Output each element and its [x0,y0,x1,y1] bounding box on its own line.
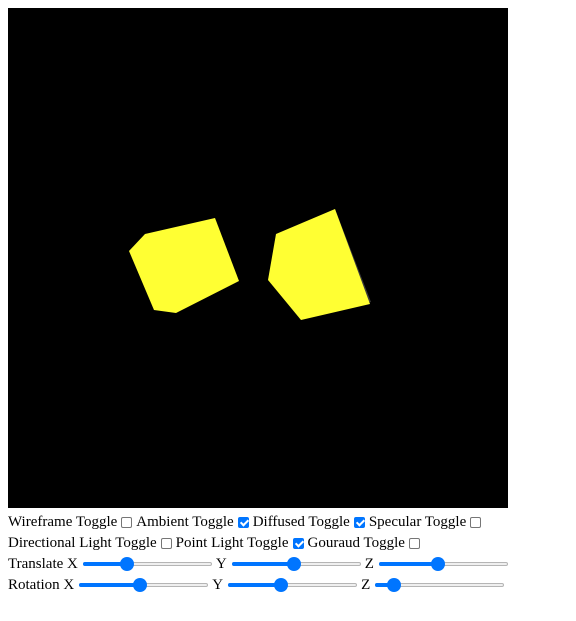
translate-y-label: Y [215,555,227,572]
rotation-x-slider[interactable] [79,577,209,593]
wireframe-toggle-label: Wireframe Toggle [8,513,118,530]
gouraud-toggle-checkbox[interactable] [408,537,420,549]
slider-thumb[interactable] [119,557,134,571]
ambient-toggle-label: Ambient Toggle [136,513,234,530]
directional-light-toggle-checkbox[interactable] [160,537,172,549]
specular-toggle-checkbox[interactable] [470,516,482,528]
rotation-x-label: Rotation X [8,576,75,593]
point-light-toggle-checkbox[interactable] [292,537,304,549]
left-cube [129,218,239,313]
slider-thumb[interactable] [386,578,401,592]
slider-thumb[interactable] [274,578,289,592]
slider-thumb[interactable] [133,578,148,592]
translate-z-slider[interactable] [378,556,508,572]
rotation-y-label: Y [212,576,224,593]
right-cube [268,209,370,320]
rotation-y-slider[interactable] [228,577,358,593]
rotation-z-label: Z [361,576,371,593]
wireframe-toggle-checkbox[interactable] [121,516,133,528]
slider-thumb[interactable] [286,557,301,571]
gouraud-toggle-label: Gouraud Toggle [307,534,405,551]
webgl-canvas[interactable] [8,8,508,508]
rotation-row: Rotation X Y Z [8,575,508,595]
translate-row: Translate X Y Z [8,554,512,574]
rotation-z-slider[interactable] [375,577,505,593]
ambient-toggle-checkbox[interactable] [237,516,249,528]
point-light-toggle-label: Point Light Toggle [175,534,289,551]
diffused-toggle-checkbox[interactable] [353,516,365,528]
directional-light-toggle-label: Directional Light Toggle [8,534,157,551]
scene-svg [129,209,371,320]
translate-x-slider[interactable] [82,556,212,572]
toggle-row-1: Wireframe Toggle Ambient Toggle Diffused… [8,512,485,532]
toggle-row-2: Directional Light Toggle Point Light Tog… [8,533,424,553]
translate-x-label: Translate X [8,555,78,572]
diffused-toggle-label: Diffused Toggle [252,513,350,530]
slider-thumb[interactable] [430,557,445,571]
translate-y-slider[interactable] [231,556,361,572]
translate-z-label: Z [364,555,374,572]
specular-toggle-label: Specular Toggle [368,513,467,530]
